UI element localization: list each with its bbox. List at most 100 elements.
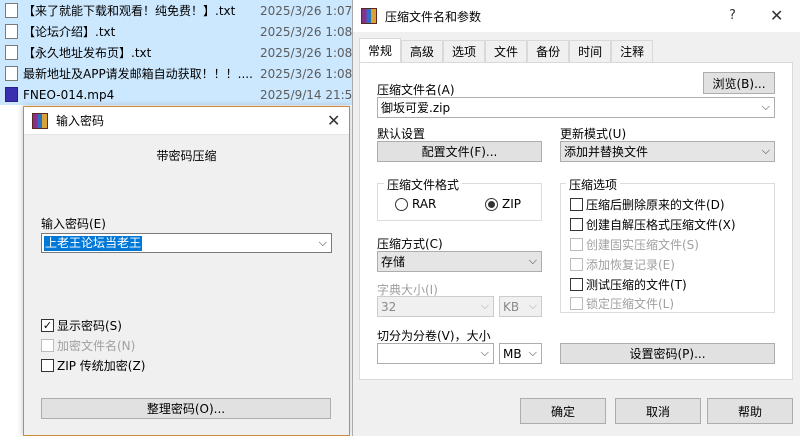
option-label: 添加恢复记录(E) [586, 258, 675, 272]
archive-name-input[interactable]: 御坂可爱.zip ⌵ [377, 97, 775, 118]
split-volumes-label: 切分为分卷(V)，大小 [377, 329, 491, 343]
zip-legacy-encryption-checkbox[interactable]: ZIP 传统加密(Z) [41, 357, 145, 374]
password-dialog-title: 输入密码 [56, 114, 105, 128]
archive-dialog-title: 压缩文件名和参数 [385, 9, 482, 24]
tab-general[interactable]: 常规 [359, 38, 402, 62]
add-recovery-record-checkbox: 添加恢复记录(E) [570, 256, 675, 273]
organize-passwords-button[interactable]: 整理密码(O)... [41, 398, 331, 419]
checkbox-icon [570, 278, 583, 291]
checkbox-icon [41, 359, 54, 372]
browse-button[interactable]: 浏览(B)... [703, 72, 775, 94]
file-row[interactable]: 【论坛介绍】.txt 2025/3/26 1:08 [0, 21, 352, 42]
format-rar-label: RAR [412, 197, 437, 211]
cancel-button[interactable]: 取消 [615, 398, 701, 424]
show-password-label: 显示密码(S) [57, 319, 122, 333]
test-archived-files-checkbox[interactable]: 测试压缩的文件(T) [570, 276, 687, 293]
password-input[interactable]: 上老王论坛当老王 ⌵ [41, 233, 332, 253]
show-password-checkbox[interactable]: ✓ 显示密码(S) [41, 317, 122, 334]
file-date: 2025/3/26 1:08 [260, 66, 353, 81]
zip-legacy-encryption-label: ZIP 传统加密(Z) [57, 359, 146, 373]
radio-icon [395, 197, 408, 211]
option-label: 测试压缩的文件(T) [586, 278, 687, 292]
radio-selected-icon [485, 197, 498, 211]
file-list: 【来了就能下载和观看！纯免费！】.txt 2025/3/26 1:07 【论坛介… [0, 0, 360, 105]
create-sfx-checkbox[interactable]: 创建自解压格式压缩文件(X) [570, 216, 736, 233]
update-mode-select[interactable]: 添加并替换文件 ⌵ [560, 141, 775, 162]
text-file-icon [5, 66, 18, 81]
tab-advanced[interactable]: 高级 [401, 40, 444, 62]
method-label: 压缩方式(C) [377, 237, 443, 251]
password-dialog: 输入密码 ✕ 带密码压缩 输入密码(E) 上老王论坛当老王 ⌵ ✓ 显示密码(S… [23, 106, 350, 436]
split-unit-select[interactable]: MB ⌵ [499, 343, 542, 364]
update-mode-label: 更新模式(U) [560, 127, 627, 141]
file-name: 【论坛介绍】.txt [23, 25, 116, 39]
create-solid-checkbox: 创建固实压缩文件(S) [570, 236, 699, 253]
chevron-down-icon[interactable]: ⌵ [481, 346, 489, 360]
archive-dialog-titlebar[interactable]: 压缩文件名和参数 ? ✕ [353, 0, 800, 32]
password-dialog-titlebar[interactable]: 输入密码 ✕ [24, 107, 349, 135]
tab-backup[interactable]: 备份 [527, 40, 570, 62]
chevron-down-icon[interactable]: ⌵ [529, 346, 537, 360]
dictionary-size-input: 32 ⌵ [377, 296, 494, 317]
checkbox-icon [570, 297, 583, 310]
tab-files[interactable]: 文件 [485, 40, 528, 62]
set-password-button[interactable]: 设置密码(P)... [560, 343, 775, 364]
format-group-title: 压缩文件格式 [384, 176, 463, 193]
option-label: 创建自解压格式压缩文件(X) [586, 218, 736, 232]
text-file-icon [5, 45, 18, 60]
text-file-icon [5, 24, 18, 39]
text-file-icon [5, 3, 18, 18]
password-label: 输入密码(E) [41, 217, 106, 231]
archive-name-value: 御坂可爱.zip [381, 101, 451, 115]
method-value: 存储 [381, 255, 406, 269]
file-date: 2025/3/26 1:08 [260, 45, 353, 60]
file-row[interactable]: 最新地址及APP请发邮箱自动获取！！！.... 2025/3/26 1:08 [0, 63, 352, 84]
format-rar-radio[interactable]: RAR [395, 197, 436, 211]
file-date: 2025/3/26 1:08 [260, 24, 353, 39]
help-icon[interactable]: ? [729, 8, 736, 23]
tab-options[interactable]: 选项 [443, 40, 486, 62]
checkmark-icon: ✓ [41, 319, 54, 332]
chevron-down-icon[interactable]: ⌵ [319, 236, 327, 250]
file-row[interactable]: 【永久地址发布页】.txt 2025/3/26 1:08 [0, 42, 352, 63]
profile-button[interactable]: 配置文件(F)... [377, 141, 542, 162]
chevron-down-icon[interactable]: ⌵ [529, 254, 537, 268]
checkbox-icon [41, 339, 54, 352]
dictionary-unit-select: KB ⌵ [499, 296, 542, 317]
checkbox-icon [570, 258, 583, 271]
dictionary-size-value: 32 [381, 299, 397, 314]
options-group-title: 压缩选项 [566, 176, 621, 193]
close-icon[interactable]: ✕ [770, 8, 783, 24]
checkbox-icon [570, 238, 583, 251]
encrypt-filenames-label: 加密文件名(N) [57, 339, 136, 353]
lock-archive-checkbox: 锁定压缩文件(L) [570, 295, 674, 312]
method-select[interactable]: 存储 ⌵ [377, 251, 542, 272]
option-label: 创建固实压缩文件(S) [586, 238, 699, 252]
tab-comment[interactable]: 注释 [611, 40, 654, 62]
ok-button[interactable]: 确定 [520, 398, 606, 424]
file-row[interactable]: FNEO-014.mp4 2025/9/14 21:53 [0, 84, 360, 105]
tab-strip: 常规 高级 选项 文件 备份 时间 注释 [359, 38, 654, 62]
winrar-icon [361, 8, 377, 24]
format-zip-label: ZIP [502, 197, 521, 211]
close-icon[interactable]: ✕ [327, 113, 340, 129]
file-name: 【来了就能下载和观看！纯免费！】.txt [23, 4, 236, 18]
update-mode-value: 添加并替换文件 [564, 145, 649, 159]
chevron-down-icon[interactable]: ⌵ [762, 100, 770, 114]
encrypt-filenames-checkbox: 加密文件名(N) [41, 337, 135, 354]
option-label: 锁定压缩文件(L) [586, 297, 675, 311]
general-tab-panel: 压缩文件名(A) 浏览(B)... 御坂可爱.zip ⌵ 默认设置 配置文件(F… [359, 62, 793, 380]
archive-name-label: 压缩文件名(A) [377, 83, 455, 97]
checkbox-icon [570, 218, 583, 231]
chevron-down-icon[interactable]: ⌵ [762, 144, 770, 158]
split-unit-value: MB [503, 346, 522, 361]
format-zip-radio[interactable]: ZIP [485, 197, 521, 211]
delete-after-archiving-checkbox[interactable]: 压缩后删除原来的文件(D) [570, 196, 725, 213]
password-value: 上老王论坛当老王 [44, 235, 143, 251]
help-button[interactable]: 帮助 [707, 398, 793, 424]
winrar-icon [32, 112, 48, 129]
dictionary-unit-value: KB [503, 299, 520, 314]
split-size-input[interactable]: ⌵ [377, 343, 494, 364]
tab-time[interactable]: 时间 [569, 40, 612, 62]
file-row[interactable]: 【来了就能下载和观看！纯免费！】.txt 2025/3/26 1:07 [0, 0, 352, 21]
